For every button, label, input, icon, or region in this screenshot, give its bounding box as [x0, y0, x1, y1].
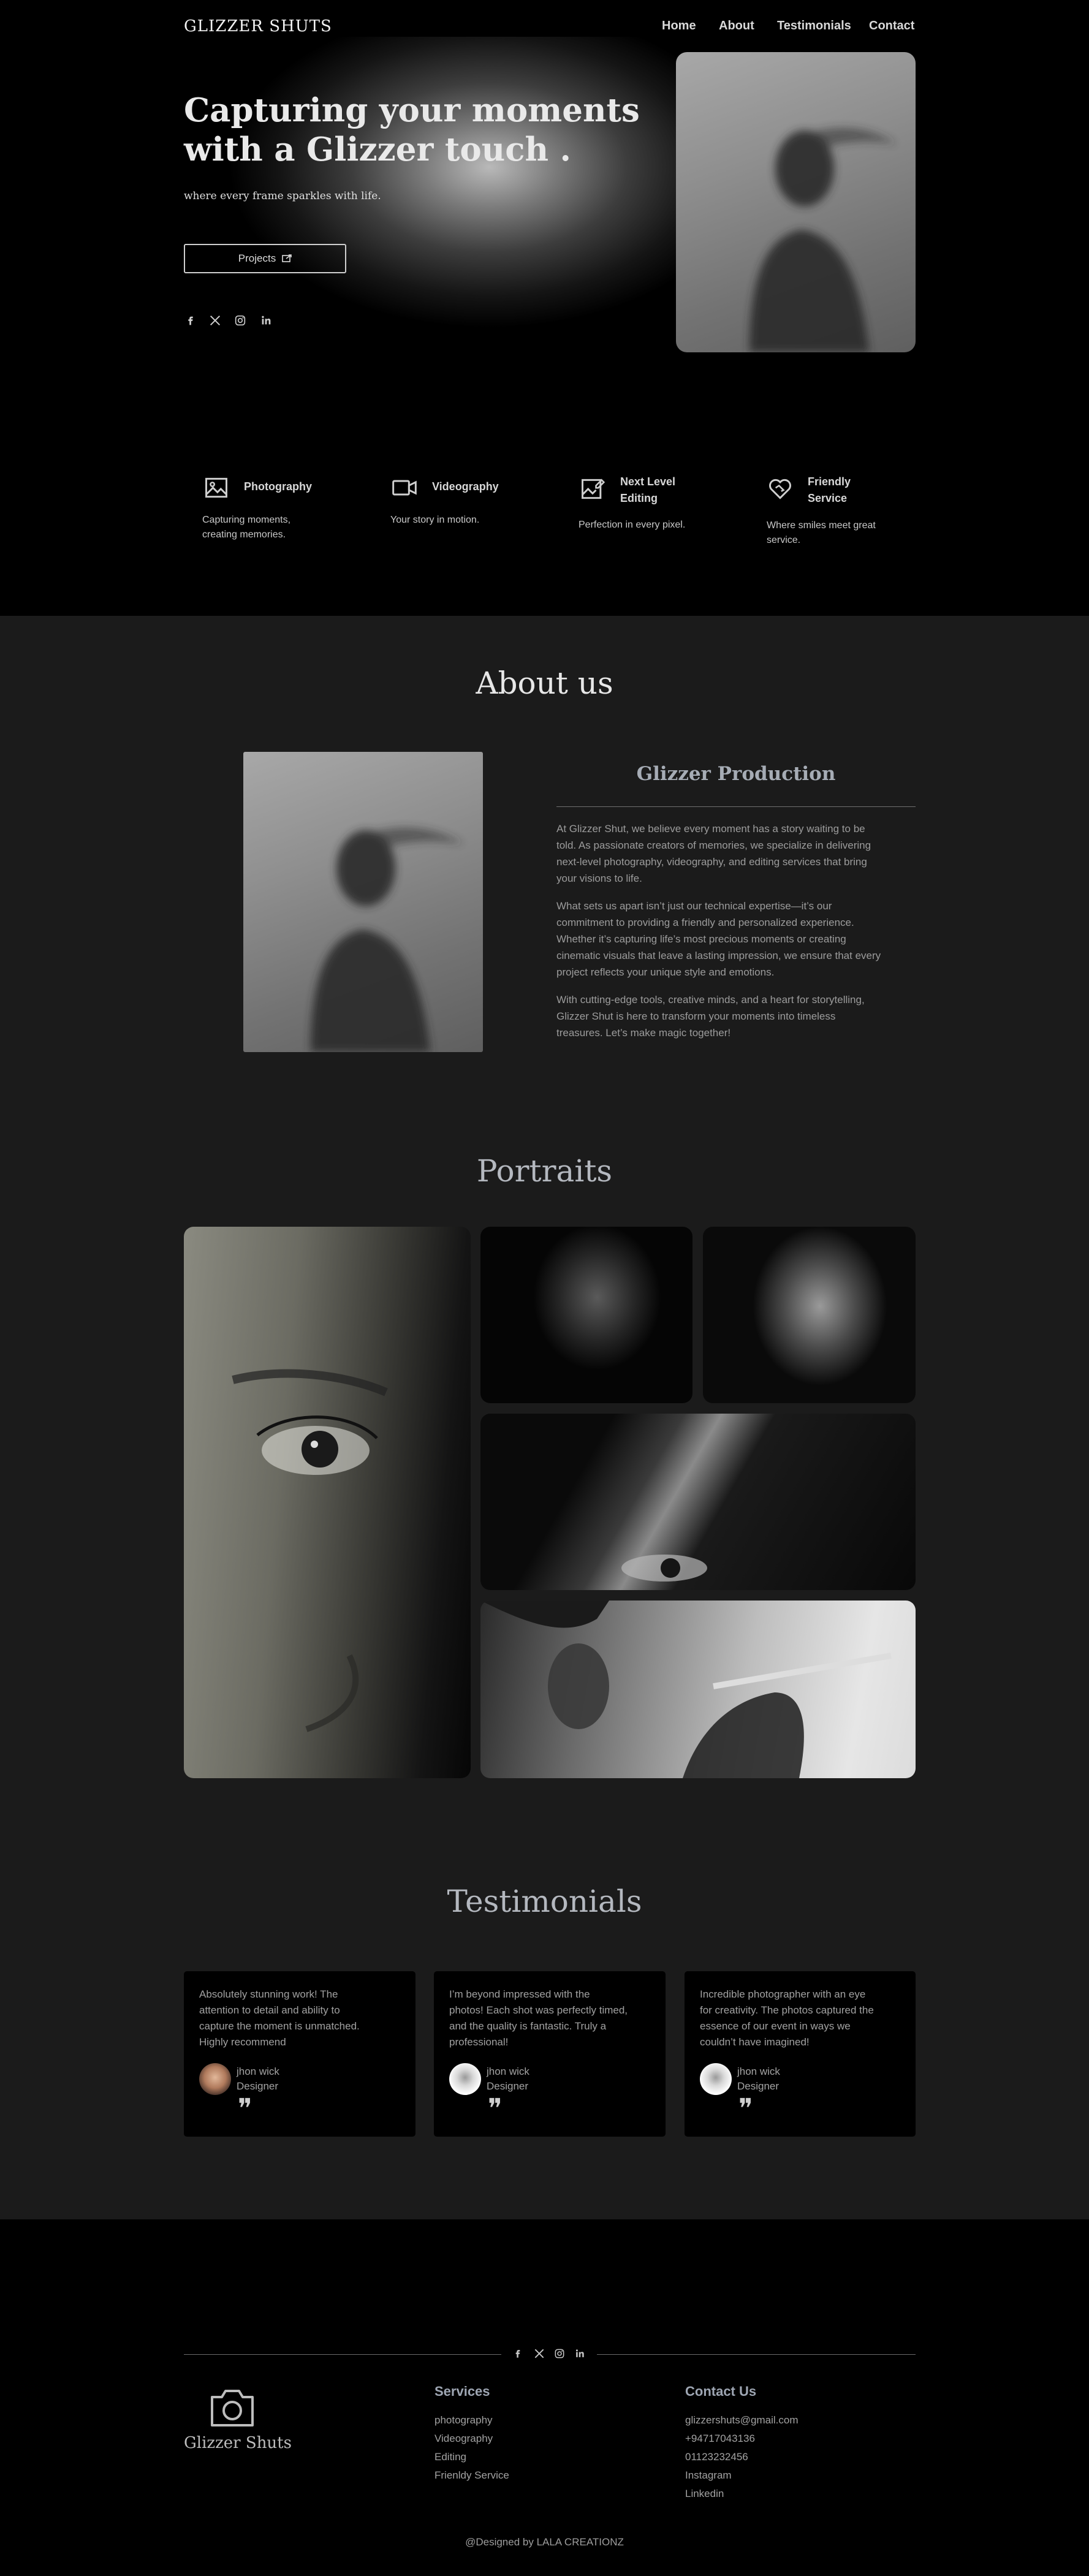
- footer: [0, 2219, 1089, 2576]
- quote-icon: ❞: [488, 2093, 503, 2124]
- nav-testimonials[interactable]: Testimonials: [777, 19, 851, 33]
- feature-desc-editing: Perfection in every pixel.: [579, 520, 686, 530]
- nav-contact[interactable]: Contact: [869, 19, 914, 33]
- portrait-image-4[interactable]: [480, 1414, 916, 1590]
- footer-brand[interactable]: Glizzer Shuts: [184, 2434, 292, 2452]
- camera-icon: [211, 2390, 254, 2426]
- about-paragraph-1: At Glizzer Shut, we believe every moment…: [556, 823, 871, 884]
- contact-phone-landline[interactable]: 01123232456: [685, 2451, 748, 2463]
- facebook-icon[interactable]: [512, 2347, 524, 2360]
- footer-service-link[interactable]: Videography: [434, 2433, 493, 2445]
- brand-logo[interactable]: GLIZZER SHUTS: [184, 17, 332, 36]
- external-link-icon: [282, 254, 292, 262]
- footer-credit: @Designed by LALA CREATIONZ: [465, 2536, 624, 2548]
- projects-button[interactable]: Projects: [184, 244, 346, 273]
- about-heading: About us: [476, 665, 613, 701]
- testimonial-text: Incredible photographer with an eye for …: [700, 1988, 874, 2048]
- quote-icon: ❞: [738, 2093, 753, 2124]
- footer-service-link[interactable]: Editing: [434, 2451, 466, 2463]
- footer-divider-left: [184, 2354, 501, 2355]
- nav-about[interactable]: About: [719, 19, 754, 33]
- portrait-image-1[interactable]: [184, 1227, 471, 1778]
- divider: [556, 806, 916, 807]
- portrait-image-5[interactable]: [480, 1601, 916, 1778]
- testimonial-text: Absolutely stunning work! The attention …: [199, 1988, 360, 2048]
- contact-instagram-link[interactable]: Instagram: [685, 2469, 732, 2482]
- services-heading: Services: [434, 2384, 490, 2399]
- feature-desc-photography: Capturing moments, creating memories.: [202, 515, 291, 540]
- footer-service-link[interactable]: Frienldy Service: [434, 2469, 509, 2482]
- linkedin-icon[interactable]: [574, 2347, 586, 2360]
- hero-title-line1: Capturing your moments: [184, 91, 640, 129]
- video-icon: [392, 480, 417, 496]
- instagram-icon[interactable]: [233, 314, 247, 327]
- feature-title-photography: Photography: [244, 480, 312, 493]
- hero-subtitle: where every frame sparkles with life.: [184, 190, 381, 202]
- about-paragraph-3: With cutting-edge tools, creative minds,…: [556, 994, 865, 1039]
- eye-closeup: [621, 1555, 707, 1582]
- footer-service-link[interactable]: photography: [434, 2414, 493, 2426]
- footer-divider-right: [597, 2354, 916, 2355]
- testimonial-text: I’m beyond impressed with the photos! Ea…: [449, 1988, 628, 2048]
- nav-home[interactable]: Home: [662, 19, 696, 33]
- portraits-heading: Portraits: [476, 1153, 613, 1189]
- testimonial-author: jhon wick Designer: [737, 2066, 780, 2092]
- testimonial-author: jhon wick Designer: [487, 2066, 529, 2092]
- production-title: Glizzer Production: [636, 763, 836, 785]
- contact-phone-mobile[interactable]: +94717043136: [685, 2433, 755, 2445]
- avatar: [449, 2063, 481, 2095]
- eye-closeup: [232, 1369, 388, 1732]
- feature-desc-service: Where smiles meet great service.: [767, 520, 876, 545]
- x-twitter-icon[interactable]: [208, 314, 222, 327]
- avatar: [700, 2063, 732, 2095]
- hero-title-line2: with a Glizzer touch .: [184, 131, 571, 169]
- testimonial-card: I’m beyond impressed with the photos! Ea…: [434, 1971, 666, 2137]
- feature-title-editing: Next Level Editing: [620, 475, 676, 504]
- x-twitter-icon[interactable]: [533, 2347, 545, 2360]
- instagram-icon[interactable]: [553, 2347, 566, 2360]
- blurred-figure: [311, 827, 464, 1052]
- feature-title-service: Friendly Service: [808, 475, 851, 504]
- feature-title-videography: Videography: [432, 480, 499, 493]
- avatar: [199, 2063, 231, 2095]
- facebook-icon[interactable]: [184, 314, 197, 327]
- heart-handshake-icon: [769, 479, 791, 499]
- quote-icon: ❞: [238, 2093, 252, 2124]
- feature-desc-videography: Your story in motion.: [390, 515, 480, 525]
- testimonial-card: Absolutely stunning work! The attention …: [184, 1971, 415, 2137]
- testimonial-card: Incredible photographer with an eye for …: [685, 1971, 916, 2137]
- about-portrait-image: [243, 752, 483, 1052]
- image-icon: [205, 477, 227, 498]
- hero-title: Capturing your moments with a Glizzer to…: [184, 91, 650, 169]
- contact-heading: Contact Us: [685, 2384, 757, 2399]
- contact-linkedin-link[interactable]: Linkedin: [685, 2488, 724, 2500]
- contact-email[interactable]: glizzershuts@gmail.com: [685, 2414, 798, 2426]
- portrait-image-2[interactable]: [480, 1227, 692, 1403]
- projects-button-label: Projects: [238, 252, 276, 264]
- edit-image-icon: [582, 479, 605, 499]
- testimonials-heading: Testimonials: [447, 1884, 642, 1919]
- about-paragraph-2: What sets us apart isn’t just our techni…: [556, 900, 881, 978]
- portrait-image-3[interactable]: [703, 1227, 916, 1403]
- hero-portrait-image: [676, 52, 916, 352]
- testimonial-author: jhon wick Designer: [237, 2066, 279, 2092]
- smoking-figure: [480, 1601, 892, 1778]
- linkedin-icon[interactable]: [259, 314, 273, 327]
- blurred-figure: [749, 127, 897, 352]
- hero-glow: [184, 37, 711, 380]
